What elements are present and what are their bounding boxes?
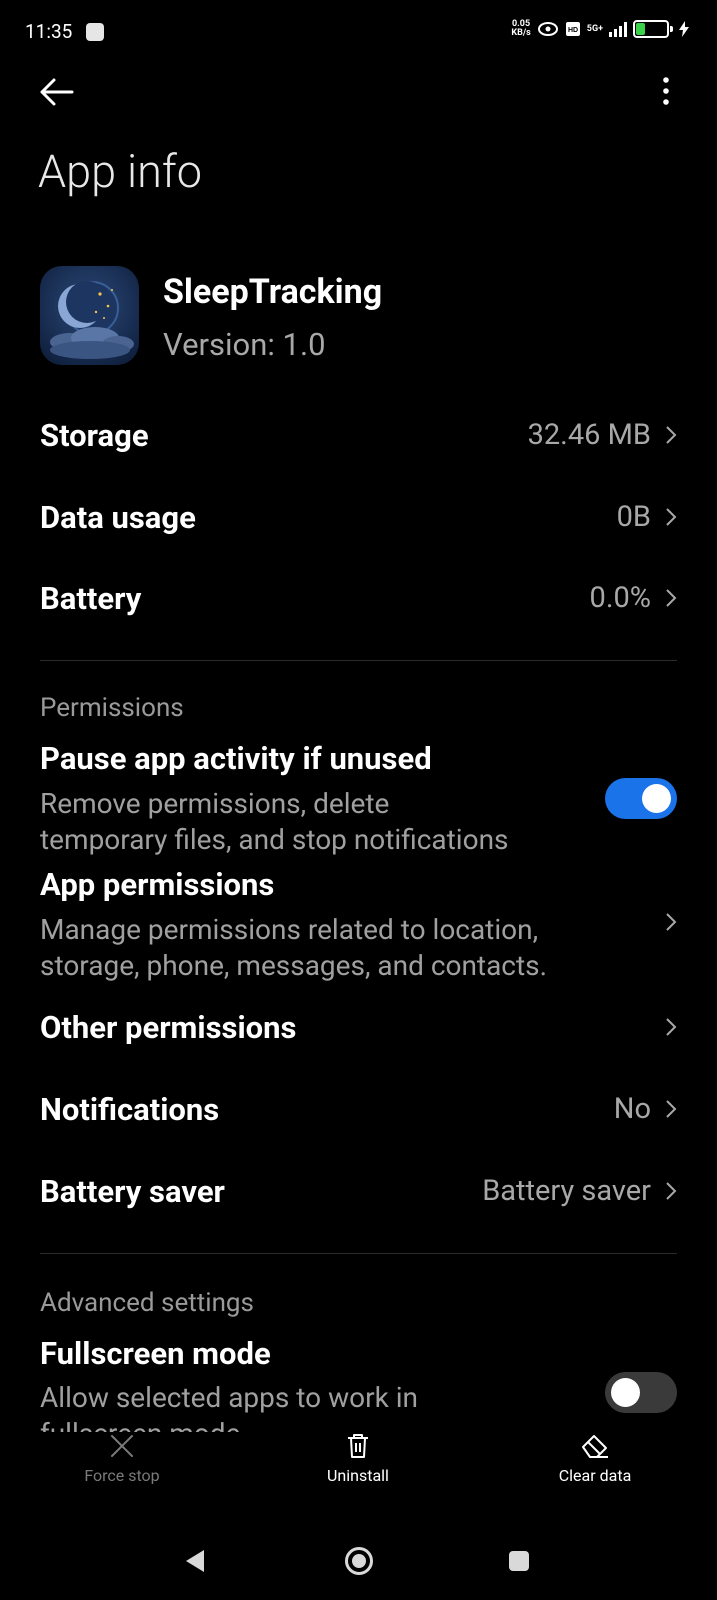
app-version: Version: 1.0 (163, 326, 326, 363)
battery-saver-label: Battery saver (40, 1172, 225, 1210)
chevron-right-icon (666, 1182, 677, 1200)
chevron-right-icon[interactable] (665, 912, 677, 932)
charging-icon (679, 21, 689, 37)
network-speed: 0.05 KB/s (511, 19, 531, 38)
svg-text:HD: HD (568, 27, 578, 34)
eraser-icon (582, 1435, 608, 1458)
battery-icon: 28 (633, 20, 673, 38)
force-stop-button[interactable]: Force stop (42, 1432, 202, 1485)
toggle-knob (611, 1378, 640, 1407)
uninstall-button[interactable]: Uninstall (278, 1432, 438, 1485)
app-permissions-title[interactable]: App permissions (40, 866, 274, 903)
chevron-right-icon (666, 508, 677, 526)
permissions-section-title: Permissions (40, 693, 184, 723)
toggle-knob (642, 784, 671, 813)
advanced-section-title: Advanced settings (40, 1288, 254, 1318)
chevron-right-icon (666, 589, 677, 607)
uninstall-label: Uninstall (327, 1466, 389, 1485)
nav-recents-icon[interactable] (508, 1550, 530, 1572)
fullscreen-title[interactable]: Fullscreen mode (40, 1335, 271, 1372)
top-bar (0, 64, 717, 120)
close-icon (111, 1435, 133, 1457)
system-nav-bar (0, 1530, 717, 1600)
app-icon (40, 266, 139, 365)
fullscreen-description: Allow selected apps to work in fullscree… (40, 1381, 418, 1432)
back-arrow-icon[interactable] (38, 76, 74, 108)
status-icons: 0.05 KB/s HD 5G+ 28 (511, 20, 689, 38)
divider (40, 1253, 677, 1254)
other-permissions-label: Other permissions (40, 1008, 297, 1046)
clear-data-button[interactable]: Clear data (515, 1432, 675, 1485)
battery-saver-row[interactable]: Battery saver Battery saver (40, 1161, 677, 1221)
storage-row[interactable]: Storage 32.46 MB (40, 405, 677, 465)
fullscreen-toggle[interactable] (605, 1372, 677, 1413)
trash-icon (348, 1434, 368, 1458)
notifications-row[interactable]: Notifications No (40, 1079, 677, 1139)
clear-data-label: Clear data (558, 1466, 632, 1485)
notification-icon (86, 23, 104, 41)
more-options-icon[interactable] (661, 76, 671, 106)
status-bar: 11:35 0.05 KB/s HD 5G+ 28 (0, 0, 717, 64)
page-title: App info (38, 145, 203, 198)
chevron-right-icon (666, 426, 677, 444)
bottom-action-bar: Force stop Uninstall Clear data (0, 1432, 717, 1514)
signal-icon (609, 21, 627, 37)
storage-value: 32.46 MB (527, 418, 651, 452)
pause-activity-description: Remove permissions, delete temporary fil… (40, 787, 509, 856)
volte-icon: HD (565, 22, 580, 36)
chevron-right-icon (666, 1100, 677, 1118)
pause-activity-title[interactable]: Pause app activity if unused (40, 740, 432, 777)
network-type: 5G+ (586, 24, 603, 34)
data-usage-row[interactable]: Data usage 0B (40, 487, 677, 547)
data-usage-value: 0B (616, 500, 651, 534)
divider (40, 660, 677, 661)
app-name: SleepTracking (163, 272, 383, 312)
notifications-value: No (613, 1092, 651, 1126)
storage-label: Storage (40, 416, 149, 454)
hotspot-icon (537, 22, 558, 36)
force-stop-label: Force stop (84, 1466, 160, 1485)
battery-saver-value: Battery saver (482, 1174, 651, 1208)
nav-home-icon[interactable] (344, 1546, 374, 1576)
chevron-right-icon (666, 1018, 677, 1036)
notifications-label: Notifications (40, 1090, 220, 1128)
clock: 11:35 (25, 20, 73, 43)
data-usage-label: Data usage (40, 498, 196, 536)
other-permissions-row[interactable]: Other permissions (40, 997, 677, 1057)
battery-value: 0.0% (589, 581, 651, 615)
nav-back-icon[interactable] (184, 1548, 206, 1574)
app-permissions-description: Manage permissions related to location, … (40, 913, 547, 982)
pause-activity-toggle[interactable] (605, 778, 677, 819)
battery-row[interactable]: Battery 0.0% (40, 568, 677, 628)
battery-label: Battery (40, 579, 142, 617)
